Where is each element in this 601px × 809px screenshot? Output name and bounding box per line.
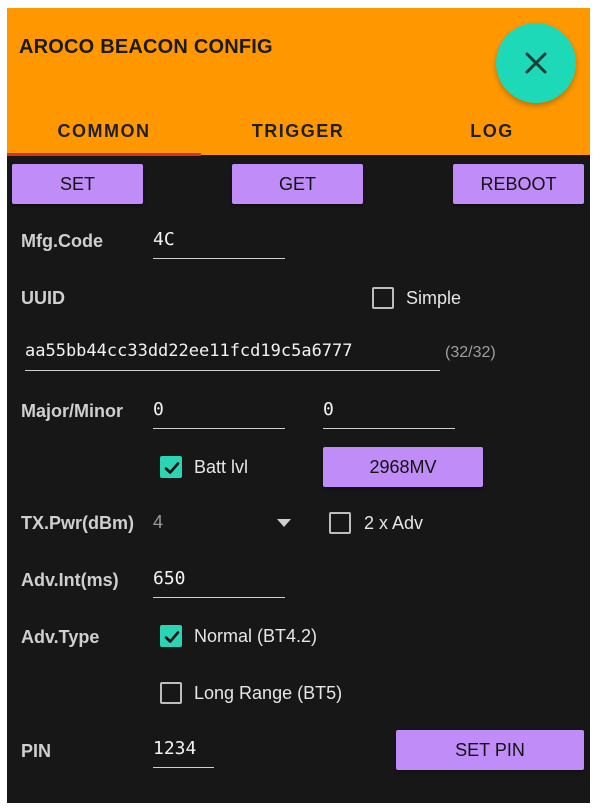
simple-checkbox[interactable] xyxy=(372,287,394,309)
close-button[interactable] xyxy=(496,23,576,103)
tab-trigger[interactable]: TRIGGER xyxy=(201,108,395,155)
pin-input[interactable]: 1234 xyxy=(153,738,214,768)
mfg-code-label: Mfg.Code xyxy=(21,231,103,251)
double-adv-checkbox[interactable] xyxy=(329,512,351,534)
uuid-label: UUID xyxy=(21,288,65,308)
set-button[interactable]: SET xyxy=(12,164,143,204)
normal-bt42-label: Normal (BT4.2) xyxy=(194,626,318,646)
check-icon xyxy=(164,631,180,643)
double-adv-label: 2 x Adv xyxy=(364,513,424,533)
app-title: AROCO BEACON CONFIG xyxy=(19,36,273,58)
adv-interval-label: Adv.Int(ms) xyxy=(21,570,119,590)
major-minor-label: Major/Minor xyxy=(21,401,123,421)
uuid-input[interactable]: aa55bb44cc33dd22ee11fcd19c5a6777 xyxy=(25,341,440,371)
tab-common[interactable]: COMMON xyxy=(7,108,201,155)
close-icon xyxy=(523,50,549,76)
major-input[interactable]: 0 xyxy=(153,399,285,429)
app-window: AROCO BEACON CONFIG COMMON TRIGGER LOG S… xyxy=(7,8,590,803)
adv-interval-input[interactable]: 650 xyxy=(153,568,285,598)
mfg-code-input[interactable]: 4C xyxy=(153,229,285,259)
set-pin-button[interactable]: SET PIN xyxy=(396,730,584,770)
tx-power-select[interactable]: 4 xyxy=(153,512,163,533)
dropdown-arrow-icon[interactable] xyxy=(277,519,291,527)
minor-input[interactable]: 0 xyxy=(323,399,455,429)
long-range-bt5-label: Long Range (BT5) xyxy=(194,683,343,703)
batt-lvl-label: Batt lvl xyxy=(194,457,249,477)
tab-log[interactable]: LOG xyxy=(395,108,589,155)
long-range-bt5-checkbox[interactable] xyxy=(160,682,182,704)
adv-type-label: Adv.Type xyxy=(21,627,100,647)
simple-label: Simple xyxy=(406,288,462,308)
battery-voltage-button[interactable]: 2968MV xyxy=(323,447,483,487)
batt-lvl-checkbox[interactable] xyxy=(160,456,182,478)
pin-label: PIN xyxy=(21,741,52,761)
reboot-button[interactable]: REBOOT xyxy=(453,164,584,204)
app-header: AROCO BEACON CONFIG COMMON TRIGGER LOG xyxy=(7,8,590,156)
tab-indicator xyxy=(7,153,201,156)
check-icon xyxy=(164,462,180,474)
normal-bt42-checkbox[interactable] xyxy=(160,625,182,647)
tx-power-label: TX.Pwr(dBm) xyxy=(21,513,135,533)
uuid-char-counter: (32/32) xyxy=(445,344,496,361)
get-button[interactable]: GET xyxy=(232,164,363,204)
